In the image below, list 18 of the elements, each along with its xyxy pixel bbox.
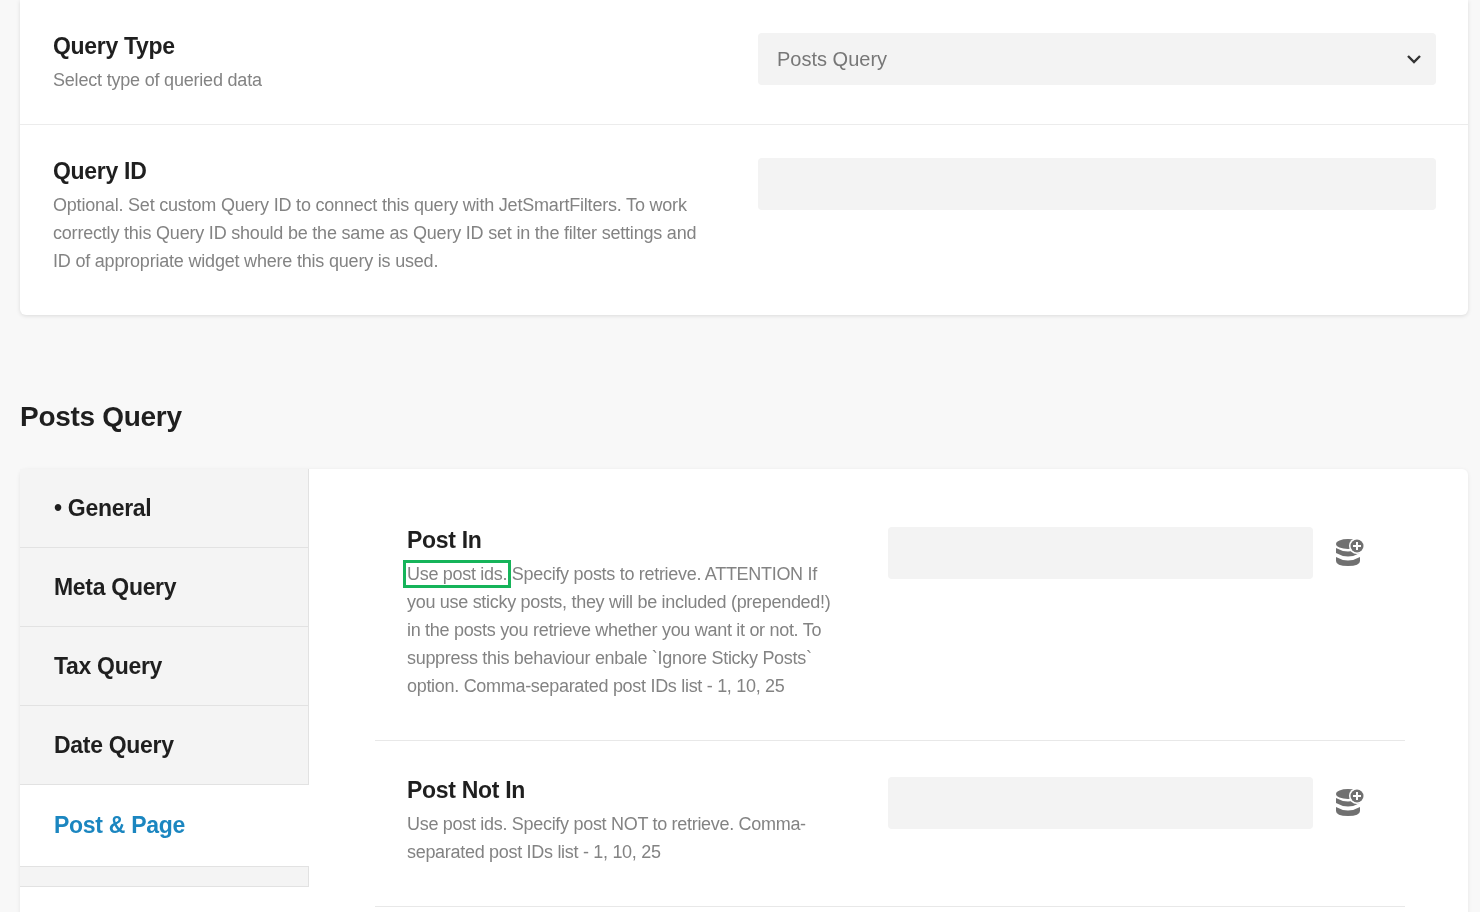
database-plus-icon[interactable] [1335,537,1365,567]
tab[interactable]: Meta Query [20,548,309,627]
tab[interactable]: Date Query [20,706,309,785]
field-label: Query Type [53,33,176,60]
tab[interactable] [20,867,309,887]
field-description: Select type of queried data [53,69,263,92]
tab[interactable]: Tax Query [20,627,309,706]
chevron-down-icon [1406,54,1422,64]
field-description: Optional. Set custom Query ID to connect this query with JetSmartFilters. To work correctly this Query ID should be the same as Query ID set in the filter settings and ID of appropriate widget where this query is used. [53,194,698,273]
section-heading: Posts Query [20,401,183,433]
tab[interactable]: • General [20,469,309,548]
query-type-select[interactable]: Posts Query [758,33,1436,85]
database-plus-icon[interactable] [1335,787,1365,817]
field-label: Post In [407,527,483,554]
field-description: Use post ids. Specify posts to retrieve. ATTENTION If you use sticky posts, they will be included (prepended!) in the posts you retrieve whether you want it or not. To suppress this behaviour enbale `Ignore Sticky Posts` option. Comma-separated post IDs list - 1, 10, 25 [407,560,837,700]
field-description: Use post ids. Specify post NOT to retrieve. Comma-separated post IDs list - 1, 10, 25 [407,813,807,864]
field-label: Query ID [53,158,148,185]
field-label: Post Not In [407,777,527,804]
